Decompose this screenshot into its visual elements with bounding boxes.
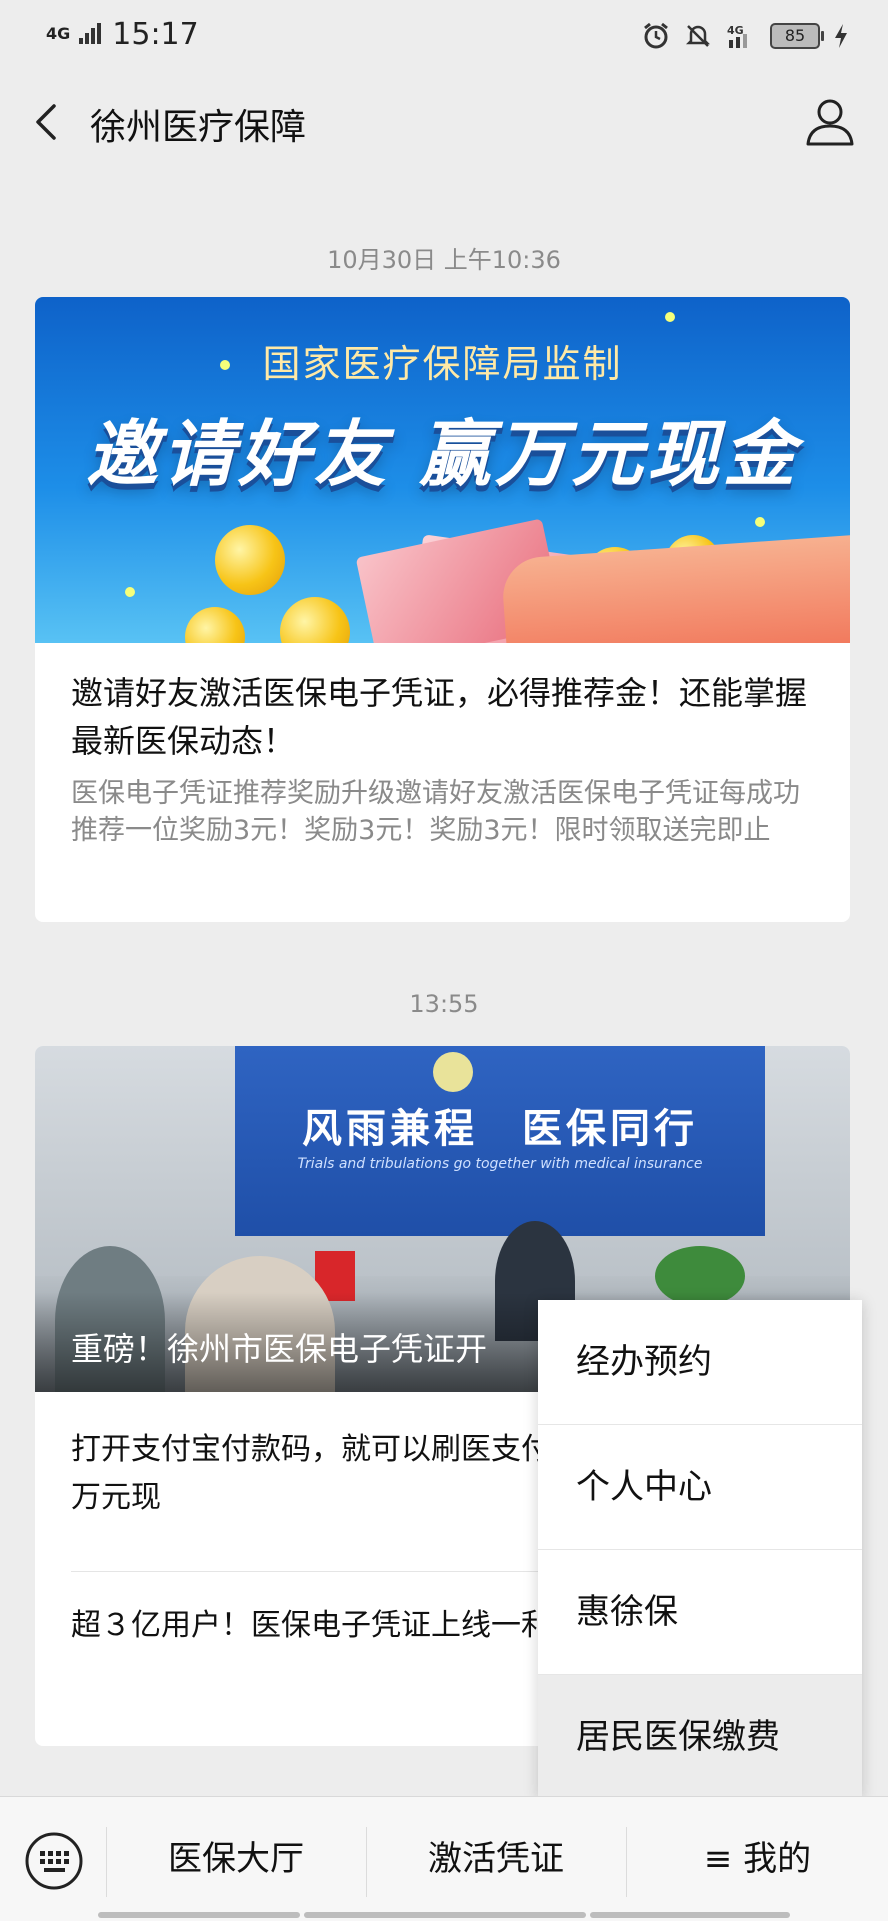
article-title: 重磅！徐州市医保电子凭证开: [71, 1330, 488, 1368]
bottom-menu-bar: 医保大厅 激活凭证 ≡ 我的: [0, 1796, 888, 1921]
menu-tab-mine[interactable]: ≡ 我的: [627, 1797, 888, 1921]
menu-item-resident-insurance-payment[interactable]: 居民医保缴费: [538, 1675, 862, 1799]
battery-indicator: 85: [770, 23, 824, 49]
message-timestamp: 13:55: [409, 990, 479, 1018]
charging-icon: [835, 24, 847, 48]
back-button[interactable]: [26, 96, 76, 150]
menu-item-personal-center[interactable]: 个人中心: [538, 1425, 862, 1550]
banner-sign-text: 风雨兼程 医保同行: [302, 1106, 698, 1152]
keyboard-toggle-button[interactable]: [24, 1831, 84, 1891]
menu-tab-activate[interactable]: 激活凭证: [367, 1797, 625, 1921]
page-title: 徐州医疗保障: [90, 107, 307, 148]
svg-text:4G: 4G: [727, 24, 744, 37]
menu-item-huixubao[interactable]: 惠徐保: [538, 1550, 862, 1675]
logo-icon: [433, 1052, 473, 1092]
nav-bar: 徐州医疗保障: [0, 70, 888, 176]
mute-icon: [685, 25, 711, 47]
banner-title: 邀请好友 赢万元现金: [85, 412, 800, 496]
alarm-icon: [644, 22, 668, 49]
submenu-popup: 经办预约 个人中心 惠徐保 居民医保缴费: [538, 1300, 862, 1799]
keyboard-icon: [25, 1832, 83, 1890]
article-title: 邀请好友激活医保电子凭证，必得推荐金！还能掌握最新医保动态！: [71, 674, 808, 760]
menu-item-appointment[interactable]: 经办预约: [538, 1300, 862, 1425]
article-description: 医保电子凭证推荐奖励升级邀请好友激活医保电子凭证每成功推荐一位奖励3元！奖励3元…: [71, 778, 800, 846]
profile-button[interactable]: [802, 94, 858, 150]
chevron-left-icon: [36, 104, 56, 140]
banner-sign-subtext: Trials and tribulations go together with…: [297, 1156, 703, 1172]
gesture-indicator: [304, 1912, 586, 1918]
signal-icon: [79, 23, 102, 44]
network-indicator: 4G: [46, 24, 71, 43]
gesture-indicator: [98, 1912, 300, 1918]
menu-tab-hall[interactable]: 医保大厅: [107, 1797, 365, 1921]
clock: 15:17: [112, 16, 199, 52]
article-card[interactable]: 国家医疗保障局监制 邀请好友 赢万元现金 邀请好友激活医保电子凭证，必得推荐金！…: [35, 297, 850, 922]
article-banner-image[interactable]: 国家医疗保障局监制 邀请好友 赢万元现金: [35, 297, 850, 643]
banner-subtitle: 国家医疗保障局监制: [262, 342, 623, 386]
status-bar: 4G 15:17 4G 85: [0, 0, 888, 70]
gesture-indicator: [590, 1912, 790, 1918]
message-timestamp: 10月30日 上午10:36: [327, 246, 561, 274]
cellular-4g-icon: 4G: [727, 24, 747, 48]
person-icon: [806, 99, 854, 146]
